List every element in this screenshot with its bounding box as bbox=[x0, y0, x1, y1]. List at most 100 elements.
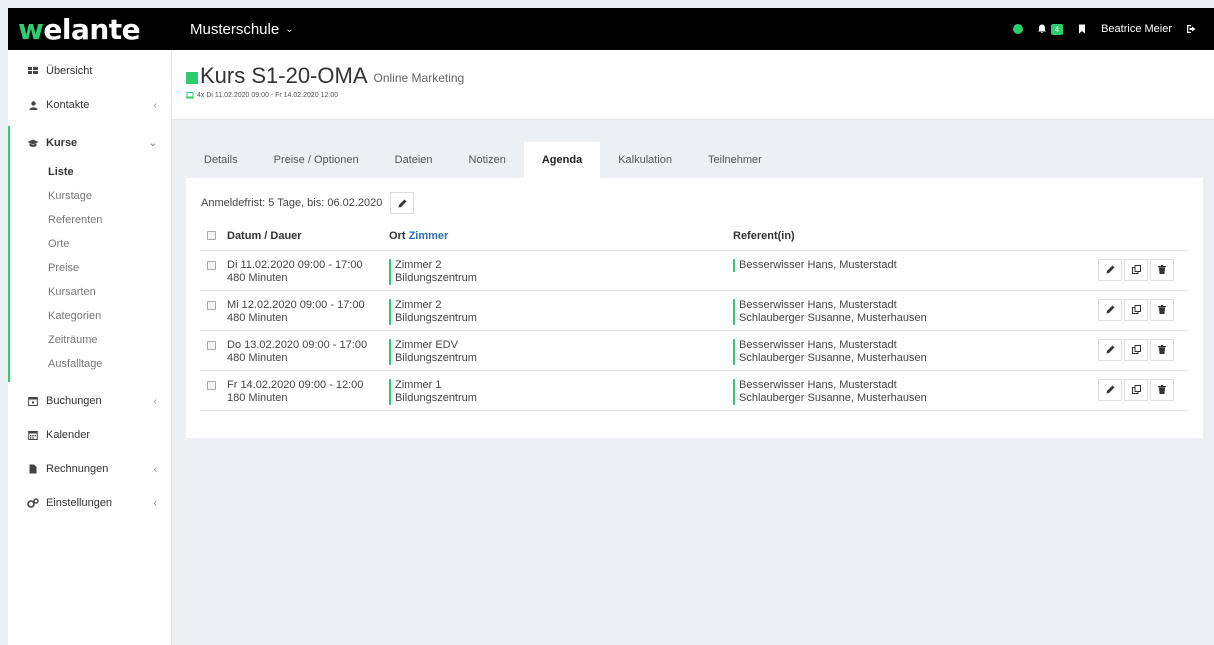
row-room: Zimmer EDV bbox=[395, 338, 458, 351]
edit-row-button[interactable] bbox=[1098, 378, 1122, 401]
row-checkbox[interactable] bbox=[207, 260, 216, 270]
chevron-left-icon: ‹ bbox=[153, 99, 157, 111]
copy-icon bbox=[1131, 305, 1141, 314]
calendar-icon bbox=[26, 430, 40, 440]
pencil-icon bbox=[1106, 345, 1114, 354]
logo[interactable]: w elante bbox=[8, 8, 172, 50]
notification-badge: 4 bbox=[1050, 23, 1064, 35]
copy-icon bbox=[1131, 265, 1141, 274]
tab-notes[interactable]: Notizen bbox=[451, 142, 524, 178]
course-dates: 4x Di 11.02.2020 09:00 - Fr 14.02.2020 1… bbox=[186, 92, 338, 99]
tab-calculation[interactable]: Kalkulation bbox=[600, 142, 690, 178]
edit-row-button[interactable] bbox=[1098, 338, 1122, 361]
table-row: Mi 12.02.2020 09:00 - 17:00 480 Minuten Z… bbox=[201, 290, 1188, 331]
tab-agenda[interactable]: Agenda bbox=[523, 142, 601, 178]
tab-prices-options[interactable]: Preise / Optionen bbox=[256, 142, 377, 178]
select-all-checkbox[interactable] bbox=[207, 230, 216, 240]
sidebar-subitem-cancellation-days[interactable]: Ausfalltage bbox=[10, 352, 171, 376]
table-row: Do 13.02.2020 09:00 - 17:00 480 Minuten Z… bbox=[201, 330, 1188, 371]
chevron-left-icon: ‹ bbox=[153, 497, 157, 509]
sidebar: Übersicht Kontakte ‹ Kurse ⌄ Liste Kurst… bbox=[8, 50, 172, 645]
column-header-referent: Referent(in) bbox=[733, 222, 1078, 251]
chevron-down-icon: ⌄ bbox=[148, 137, 157, 149]
grid-icon bbox=[26, 67, 40, 75]
status-icon[interactable] bbox=[1012, 24, 1023, 34]
chevron-down-icon: ⌄ bbox=[285, 23, 294, 35]
sidebar-subitem-prices[interactable]: Preise bbox=[10, 256, 171, 280]
row-duration: 480 Minuten bbox=[227, 271, 288, 284]
copy-icon bbox=[1131, 345, 1141, 354]
sidebar-item-contacts[interactable]: Kontakte ‹ bbox=[8, 88, 171, 122]
sidebar-item-bookings[interactable]: Buchungen ‹ bbox=[8, 384, 171, 418]
bookmark-icon[interactable] bbox=[1077, 24, 1087, 34]
row-duration: 480 Minuten bbox=[227, 351, 288, 364]
copy-row-button[interactable] bbox=[1124, 298, 1148, 321]
sidebar-subitem-places[interactable]: Orte bbox=[10, 232, 171, 256]
sidebar-subitem-referents[interactable]: Referenten bbox=[10, 208, 171, 232]
row-checkbox[interactable] bbox=[207, 300, 216, 310]
top-bar: w elante Musterschule ⌄ 4 Beatrice Meier bbox=[8, 8, 1214, 50]
pencil-icon bbox=[1106, 385, 1114, 394]
gears-icon bbox=[26, 498, 40, 508]
sidebar-subitem-course-types[interactable]: Kursarten bbox=[10, 280, 171, 304]
sidebar-item-courses[interactable]: Kurse ⌄ bbox=[10, 126, 171, 160]
copy-icon bbox=[1131, 385, 1141, 394]
sidebar-subitem-categories[interactable]: Kategorien bbox=[10, 304, 171, 328]
row-date: Di 11.02.2020 09:00 - 17:00 bbox=[227, 258, 363, 271]
trash-icon bbox=[1158, 345, 1166, 354]
table-row: Fr 14.02.2020 09:00 - 12:00 180 Minuten Z… bbox=[201, 370, 1188, 411]
user-name[interactable]: Beatrice Meier bbox=[1101, 23, 1172, 35]
sidebar-item-settings[interactable]: Einstellungen ‹ bbox=[8, 486, 171, 520]
trash-icon bbox=[1158, 305, 1166, 314]
logout-icon[interactable] bbox=[1186, 24, 1196, 34]
trash-icon bbox=[1158, 265, 1166, 274]
user-icon bbox=[26, 100, 40, 110]
school-name: Musterschule bbox=[190, 20, 280, 38]
table-row: Di 11.02.2020 09:00 - 17:00 480 Minuten Z… bbox=[201, 250, 1188, 291]
delete-row-button[interactable] bbox=[1150, 378, 1174, 401]
graduation-cap-icon bbox=[26, 139, 40, 148]
copy-row-button[interactable] bbox=[1124, 258, 1148, 281]
row-checkbox[interactable] bbox=[207, 340, 216, 350]
sidebar-subitem-course-days[interactable]: Kurstage bbox=[10, 184, 171, 208]
edit-deadline-button[interactable] bbox=[390, 192, 415, 214]
tab-files[interactable]: Dateien bbox=[377, 142, 451, 178]
sidebar-subitem-periods[interactable]: Zeiträume bbox=[10, 328, 171, 352]
page-title: Kurs S1-20-OMA bbox=[200, 63, 368, 88]
row-referent: Besserwisser Hans, Musterstadt bbox=[733, 298, 1078, 312]
row-room: Zimmer 1 bbox=[395, 378, 442, 391]
sidebar-item-calendar[interactable]: Kalender bbox=[8, 418, 171, 452]
laptop-icon bbox=[186, 92, 194, 99]
row-referent: Besserwisser Hans, Musterstadt bbox=[733, 378, 1078, 392]
row-date: Mi 12.02.2020 09:00 - 17:00 bbox=[227, 298, 365, 311]
agenda-panel: Anmeldefrist: 5 Tage, bis: 06.02.2020 Da… bbox=[186, 178, 1203, 438]
notifications-button[interactable]: 4 bbox=[1037, 23, 1064, 35]
sidebar-item-overview[interactable]: Übersicht bbox=[8, 54, 171, 88]
school-selector[interactable]: Musterschule ⌄ bbox=[190, 21, 294, 38]
page-subtitle: Online Marketing bbox=[373, 71, 465, 85]
edit-row-button[interactable] bbox=[1098, 298, 1122, 321]
copy-row-button[interactable] bbox=[1124, 378, 1148, 401]
course-color-indicator bbox=[186, 72, 198, 84]
tab-participants[interactable]: Teilnehmer bbox=[690, 142, 780, 178]
tab-details[interactable]: Details bbox=[186, 142, 256, 178]
sidebar-item-invoices[interactable]: Rechnungen ‹ bbox=[8, 452, 171, 486]
delete-row-button[interactable] bbox=[1150, 298, 1174, 321]
row-place: Bildungszentrum bbox=[395, 391, 477, 404]
row-referent: Schlauberger Susanne, Musterhausen bbox=[733, 351, 1078, 365]
bell-icon bbox=[1037, 24, 1046, 33]
row-date: Fr 14.02.2020 09:00 - 12:00 bbox=[227, 378, 364, 391]
edit-row-button[interactable] bbox=[1098, 258, 1122, 281]
pencil-icon bbox=[1106, 305, 1114, 314]
delete-row-button[interactable] bbox=[1150, 258, 1174, 281]
row-date: Do 13.02.2020 09:00 - 17:00 bbox=[227, 338, 368, 351]
row-place: Bildungszentrum bbox=[395, 311, 477, 324]
row-duration: 480 Minuten bbox=[227, 311, 288, 324]
row-place: Bildungszentrum bbox=[395, 351, 477, 364]
row-checkbox[interactable] bbox=[207, 380, 216, 390]
sidebar-subitem-list[interactable]: Liste bbox=[10, 160, 171, 184]
copy-row-button[interactable] bbox=[1124, 338, 1148, 361]
row-place: Bildungszentrum bbox=[395, 271, 477, 284]
course-header: Kurs S1-20-OMA Online Marketing 4x Di 11… bbox=[172, 50, 1214, 120]
delete-row-button[interactable] bbox=[1150, 338, 1174, 361]
